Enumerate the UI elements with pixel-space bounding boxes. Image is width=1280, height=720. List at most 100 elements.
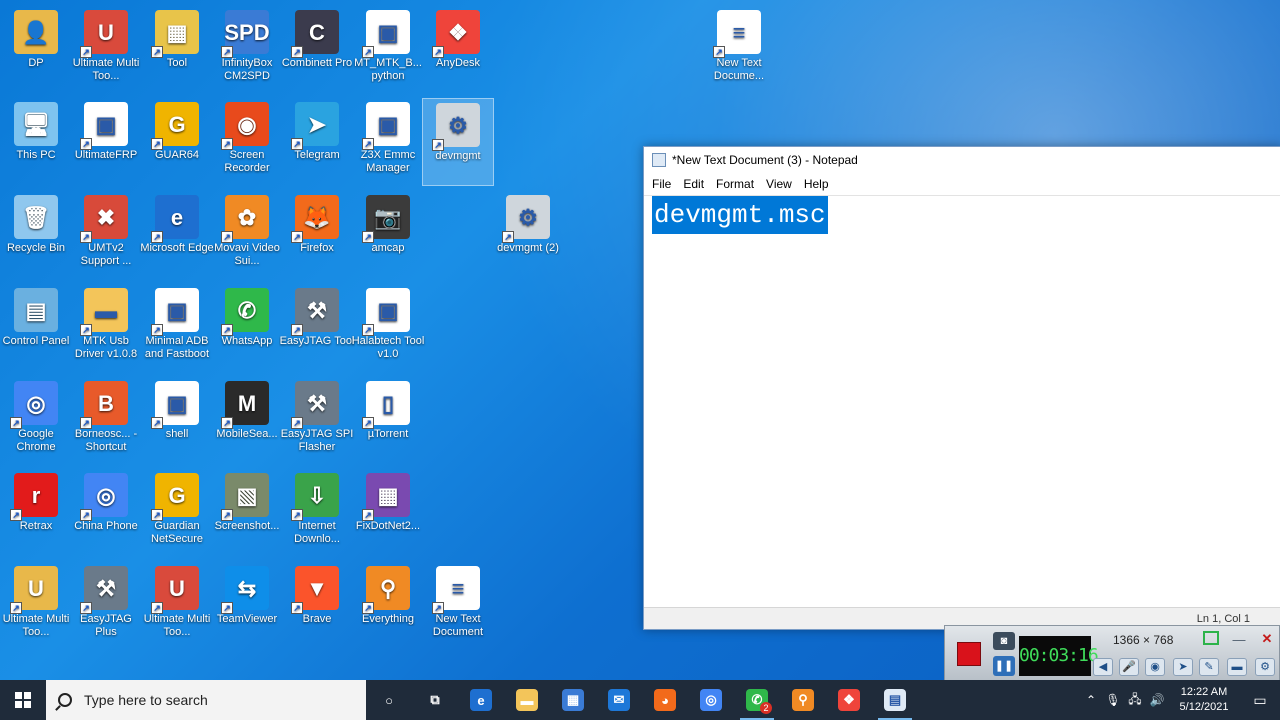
taskbar-firefox-button[interactable]: ◕	[642, 680, 688, 720]
screen-recorder-toolbar[interactable]: ◙ ❚❚ 00:03:16 1366 × 768 — ✕ ◀ 🎤 ◉ ➤ ✎ ▬…	[944, 625, 1280, 681]
desktop-icon[interactable]: ▤ Control Panel	[0, 284, 72, 372]
close-icon[interactable]: ✕	[1257, 630, 1277, 648]
desktop-icon[interactable]: ✖ ↗ UMTv2 Support ...	[70, 191, 142, 279]
desktop-icon[interactable]: ▬ ↗ MTK Usb Driver v1.0.8	[70, 284, 142, 372]
notification-icon[interactable]: ▭	[1240, 680, 1280, 720]
menu-help[interactable]: Help	[798, 175, 835, 193]
desktop-icon[interactable]: r ↗ Retrax	[0, 469, 72, 557]
menu-edit[interactable]: Edit	[677, 175, 710, 193]
desktop-icon[interactable]: U ↗ Ultimate Multi Too...	[141, 562, 213, 650]
desktop-icon[interactable]: ▣ ↗ Z3X Emmc Manager	[352, 98, 424, 186]
menu-file[interactable]: File	[646, 175, 677, 193]
taskbar-task-view-button[interactable]: ⧉	[412, 680, 458, 720]
desktop-icon[interactable]: ▣ ↗ Halabtech Tool v1.0	[352, 284, 424, 372]
desktop-icon[interactable]: ⇩ ↗ Internet Downlo...	[281, 469, 353, 557]
edge-icon: e	[470, 689, 492, 711]
webcam-icon[interactable]: ◉	[1145, 658, 1165, 676]
desktop-icon[interactable]: 🦊 ↗ Firefox	[281, 191, 353, 279]
desktop-icon[interactable]: ⚒ ↗ EasyJTAG Plus	[70, 562, 142, 650]
easyjtag-icon: ⚒ ↗	[291, 381, 339, 429]
region-icon[interactable]	[1203, 631, 1219, 645]
notepad-titlebar[interactable]: *New Text Document (3) - Notepad	[644, 147, 1280, 173]
taskbar-edge-button[interactable]: e	[458, 680, 504, 720]
desktop-icon[interactable]: ▣ ↗ MT_MTK_B... python	[352, 6, 424, 94]
menu-format[interactable]: Format	[710, 175, 760, 193]
desktop-icon-label: New Text Document	[432, 613, 484, 638]
network-icon[interactable]: 🖧	[1124, 690, 1146, 711]
record-stop-button[interactable]	[957, 642, 981, 666]
desktop-icon[interactable]: ▣ ↗ Minimal ADB and Fastboot	[141, 284, 213, 372]
clock[interactable]: 12:22 AM 5/12/2021	[1168, 685, 1240, 715]
selected-text[interactable]: devmgmt.msc	[652, 196, 828, 234]
desktop-icon[interactable]: ≡ ↗ New Text Document	[422, 562, 494, 650]
desktop-icon[interactable]: ⚙ ↗ devmgmt (2)	[492, 191, 564, 279]
desktop-icon[interactable]: M ↗ MobileSea...	[211, 377, 283, 465]
desktop-icon[interactable]: B ↗ Borneosc... - Shortcut	[70, 377, 142, 465]
desktop-icon[interactable]: ▼ ↗ Brave	[281, 562, 353, 650]
taskbar-everything-search-button[interactable]: ⚲	[780, 680, 826, 720]
desktop-icon[interactable]: 🖥 This PC	[0, 98, 72, 186]
shortcut-arrow-icon: ↗	[221, 602, 233, 614]
taskbar-store-button[interactable]: ▦	[550, 680, 596, 720]
taskbar-chrome-button[interactable]: ◎	[688, 680, 734, 720]
desktop-icon[interactable]: ◎ ↗ Google Chrome	[0, 377, 72, 465]
taskbar-cortana-button[interactable]: ○	[366, 680, 412, 720]
desktop-icon[interactable]: 📷 ↗ amcap	[352, 191, 424, 279]
menu-view[interactable]: View	[760, 175, 798, 193]
speaker-icon[interactable]: ◀	[1093, 658, 1113, 676]
folder-icon[interactable]: ▬	[1227, 658, 1247, 676]
desktop-icon[interactable]: G ↗ Guardian NetSecure	[141, 469, 213, 557]
desktop-icon[interactable]: ❖ ↗ AnyDesk	[422, 6, 494, 94]
taskbar-anydesk-button[interactable]: ❖	[826, 680, 872, 720]
desktop-icon[interactable]: e ↗ Microsoft Edge	[140, 191, 214, 279]
desktop-icon[interactable]: 👤 DP	[0, 6, 72, 94]
shortcut-arrow-icon: ↗	[10, 417, 22, 429]
desktop-icon[interactable]: ➤ ↗ Telegram	[281, 98, 353, 186]
chevron-up-icon[interactable]: ⌃	[1080, 693, 1102, 707]
desktop-icon[interactable]: ▧ ↗ Screenshot...	[211, 469, 283, 557]
desktop-icon[interactable]: ⚙ ↗ devmgmt	[422, 98, 494, 186]
microphone-icon[interactable]: 🎙	[1102, 693, 1124, 707]
desktop-icon[interactable]: ⚒ ↗ EasyJTAG Tool	[280, 284, 354, 372]
task-view-icon: ⧉	[430, 692, 440, 707]
desktop-icon[interactable]: ✿ ↗ Movavi Video Sui...	[211, 191, 283, 279]
start-button[interactable]	[0, 680, 46, 720]
desktop-icon[interactable]: U ↗ Ultimate Multi Too...	[70, 6, 142, 94]
desktop-icon[interactable]: ▦ ↗ Tool	[141, 6, 213, 94]
pen-icon[interactable]: ✎	[1199, 658, 1219, 676]
retrax-icon: r ↗	[10, 473, 58, 521]
desktop-icon[interactable]: C ↗ Combinett Pro	[281, 6, 353, 94]
desktop-icon[interactable]: SPD ↗ InfinityBox CM2SPD	[211, 6, 283, 94]
cursor-icon[interactable]: ➤	[1173, 658, 1193, 676]
desktop-icon[interactable]: ▦ ↗ FixDotNet2...	[352, 469, 424, 557]
desktop-icon[interactable]: G ↗ GUAR64	[141, 98, 213, 186]
taskbar-notepad-button[interactable]: ▤	[872, 680, 918, 720]
notepad-editor[interactable]: devmgmt.msc	[644, 195, 1280, 607]
desktop-icon[interactable]: ✆ ↗ WhatsApp	[211, 284, 283, 372]
desktop-icon[interactable]: ▣ ↗ shell	[141, 377, 213, 465]
desktop-icon[interactable]: ◎ ↗ China Phone	[70, 469, 142, 557]
taskbar-search-box[interactable]: Type here to search	[46, 680, 366, 720]
desktop-icon[interactable]: ≡ ↗ New Text Docume...	[703, 6, 775, 94]
camera-icon[interactable]: ◙	[993, 632, 1015, 650]
taskbar-file-explorer-button[interactable]: ▬	[504, 680, 550, 720]
desktop-icon[interactable]: 🗑 Recycle Bin	[0, 191, 72, 279]
desktop-icon[interactable]: U ↗ Ultimate Multi Too...	[0, 562, 72, 650]
desktop-icon[interactable]: ⚒ ↗ EasyJTAG SPI Flasher	[281, 377, 353, 465]
desktop-icon[interactable]: ▯ ↗ µTorrent	[352, 377, 424, 465]
desktop-icon[interactable]: ▣ ↗ UltimateFRP	[70, 98, 142, 186]
desktop-icon-label: China Phone	[74, 520, 138, 532]
settings-gear-icon[interactable]: ⚙	[1255, 658, 1275, 676]
taskbar-mail-button[interactable]: ✉	[596, 680, 642, 720]
desktop-icon[interactable]: ⇆ ↗ TeamViewer	[211, 562, 283, 650]
desktop-icon[interactable]: ◉ ↗ Screen Recorder	[211, 98, 283, 186]
folder-icon: ▬ ↗	[80, 288, 128, 336]
desktop-icon[interactable]: ⚲ ↗ Everything	[352, 562, 424, 650]
microphone-icon[interactable]: 🎤	[1119, 658, 1139, 676]
pause-button[interactable]: ❚❚	[993, 656, 1015, 676]
taskbar-whatsapp-button[interactable]: ✆ 2	[734, 680, 780, 720]
shortcut-arrow-icon: ↗	[10, 509, 22, 521]
notepad-window[interactable]: *New Text Document (3) - Notepad File Ed…	[643, 146, 1280, 630]
minimize-icon[interactable]: —	[1229, 631, 1249, 649]
volume-icon[interactable]: 🔊	[1146, 693, 1168, 707]
